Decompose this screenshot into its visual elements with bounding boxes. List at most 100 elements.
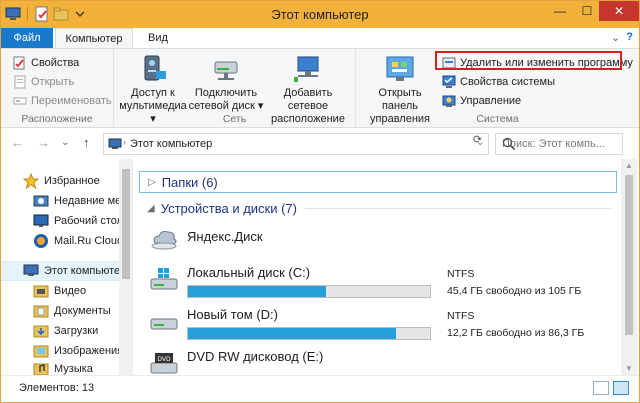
manage-icon bbox=[442, 94, 456, 108]
dvd-drive-icon: DVD bbox=[149, 351, 179, 375]
nav-item-music[interactable]: Музыка bbox=[33, 359, 93, 375]
system-properties-icon bbox=[442, 75, 456, 89]
recent-locations-button[interactable]: ⌄ bbox=[61, 137, 69, 148]
drive-item-e[interactable]: DVD DVD RW дисковод (E:) bbox=[149, 349, 609, 375]
address-path[interactable]: Этот компьютер bbox=[130, 138, 212, 150]
manage-label: Управление bbox=[460, 95, 522, 107]
nav-item-documents[interactable]: Документы bbox=[33, 301, 111, 321]
drive-name: Новый том (D:) bbox=[187, 307, 278, 322]
nav-label: Видео bbox=[54, 285, 87, 297]
nav-item-mailru-cloud[interactable]: Mail.Ru Cloud bbox=[33, 231, 123, 251]
drive-name: DVD RW дисковод (E:) bbox=[187, 349, 324, 364]
search-placeholder: Поиск: Этот компь... bbox=[502, 138, 605, 150]
svg-text:DVD: DVD bbox=[157, 356, 171, 363]
nav-label: Документы bbox=[54, 305, 111, 317]
drive-name: Яндекс.Диск bbox=[187, 229, 263, 244]
nav-item-desktop[interactable]: Рабочий стол bbox=[33, 211, 123, 231]
drive-item-yandex[interactable]: Яндекс.Диск bbox=[149, 223, 609, 263]
map-network-drive-button[interactable]: Подключить сетевой диск ▾ bbox=[188, 53, 264, 113]
item-count: Элементов: 13 bbox=[19, 382, 95, 394]
chevron-right-icon: › bbox=[123, 137, 126, 147]
drive-filesystem: NTFS bbox=[447, 268, 475, 280]
open-button[interactable]: Открыть bbox=[13, 73, 74, 91]
large-icons-view-button[interactable] bbox=[613, 381, 629, 395]
manage-button[interactable]: Управление bbox=[442, 92, 521, 110]
media-access-label-1: Доступ к bbox=[131, 87, 175, 99]
yandex-disk-icon bbox=[149, 225, 179, 253]
drive-free-space: 45,4 ГБ свободно из 105 ГБ bbox=[447, 285, 582, 297]
back-button[interactable]: ← bbox=[11, 135, 24, 150]
rename-icon bbox=[13, 94, 27, 108]
address-box[interactable]: › Этот компьютер ⌄ bbox=[103, 133, 489, 155]
drive-item-c[interactable]: Локальный диск (C:) NTFS 45,4 ГБ свободн… bbox=[149, 265, 609, 305]
properties-icon bbox=[13, 56, 27, 70]
scroll-down-arrow-icon[interactable]: ▼ bbox=[625, 364, 633, 373]
close-button[interactable]: ✕ bbox=[599, 1, 639, 21]
documents-folder-icon bbox=[33, 303, 49, 319]
video-folder-icon bbox=[33, 283, 49, 299]
rename-button[interactable]: Переименовать bbox=[13, 92, 112, 110]
status-bar: Элементов: 13 bbox=[1, 375, 639, 402]
network-location-icon bbox=[292, 53, 324, 85]
nav-item-favorites[interactable]: Избранное bbox=[22, 171, 100, 191]
refresh-button[interactable]: ⟳ bbox=[473, 133, 482, 146]
drive-usage-bar bbox=[187, 327, 431, 340]
nav-scrollbar[interactable] bbox=[119, 159, 133, 375]
ribbon-group-network: Доступ к мультимедиа ▾ Подключить сетево… bbox=[114, 49, 356, 128]
nav-label: Этот компьютер bbox=[44, 265, 127, 277]
nav-item-downloads[interactable]: Загрузки bbox=[33, 321, 98, 341]
nav-label: Недавние мес bbox=[54, 195, 127, 207]
scroll-up-arrow-icon[interactable]: ▲ bbox=[625, 161, 633, 170]
search-input[interactable]: Поиск: Этот компь... bbox=[495, 133, 623, 155]
up-button[interactable]: ↑ bbox=[83, 135, 90, 150]
tab-computer[interactable]: Компьютер bbox=[55, 28, 133, 48]
computer-icon bbox=[23, 263, 39, 279]
tab-view[interactable]: Вид bbox=[138, 28, 178, 48]
tab-file[interactable]: Файл bbox=[1, 28, 53, 48]
drive-item-d[interactable]: Новый том (D:) NTFS 12,2 ГБ свободно из … bbox=[149, 307, 609, 347]
details-view-button[interactable] bbox=[593, 381, 609, 395]
nav-item-this-pc[interactable]: Этот компьютер bbox=[1, 261, 126, 281]
nav-item-pictures[interactable]: Изображения bbox=[33, 341, 123, 361]
drive-name: Локальный диск (C:) bbox=[187, 265, 311, 280]
content-scrollbar-thumb[interactable] bbox=[625, 175, 633, 335]
downloads-folder-icon bbox=[33, 323, 49, 339]
nav-item-video[interactable]: Видео bbox=[33, 281, 86, 301]
nav-label: Рабочий стол bbox=[54, 215, 124, 227]
properties-button[interactable]: Свойства bbox=[13, 54, 79, 72]
star-icon bbox=[22, 172, 40, 190]
nav-label: Изображения bbox=[54, 345, 124, 357]
system-properties-label: Свойства системы bbox=[460, 76, 556, 88]
ribbon-group-label: Расположение bbox=[21, 113, 93, 125]
title-bar: Этот компьютер — ☐ ✕ bbox=[1, 1, 639, 28]
ribbon-group-label: Сеть bbox=[222, 113, 247, 125]
network-drive-icon bbox=[210, 53, 242, 85]
control-panel-label-1: Открыть панель bbox=[378, 87, 422, 112]
content-pane: ▷ Папки (6) ◢ Устройства и диски (7) Янд… bbox=[135, 159, 621, 375]
minimize-button[interactable]: — bbox=[547, 1, 573, 21]
nav-scrollbar-thumb[interactable] bbox=[122, 169, 130, 279]
ribbon-tabs: Файл Компьютер Вид ⌄ ? bbox=[1, 28, 639, 48]
mailru-cloud-icon bbox=[33, 233, 49, 249]
explorer-window: Этот компьютер — ☐ ✕ Файл Компьютер Вид … bbox=[0, 0, 640, 403]
folders-group-header[interactable]: ▷ Папки (6) bbox=[139, 171, 617, 193]
search-icon[interactable] bbox=[502, 137, 516, 151]
system-properties-button[interactable]: Свойства системы bbox=[442, 73, 555, 91]
maximize-button[interactable]: ☐ bbox=[574, 1, 600, 21]
control-panel-icon bbox=[384, 53, 416, 85]
content-scrollbar[interactable]: ▲ ▼ bbox=[621, 159, 637, 375]
drive-usage-fill bbox=[188, 286, 326, 297]
help-button[interactable]: ? bbox=[626, 31, 633, 44]
collapse-ribbon-button[interactable]: ⌄ bbox=[611, 31, 620, 44]
ribbon-group-location: Свойства Открыть Переименовать Расположе… bbox=[1, 49, 114, 128]
chevron-right-icon: ▷ bbox=[148, 176, 156, 188]
recent-places-icon bbox=[33, 193, 49, 209]
map-drive-label-1: Подключить bbox=[194, 87, 258, 99]
devices-group-header[interactable]: ◢ Устройства и диски (7) bbox=[139, 197, 617, 219]
ribbon-group-label: Система bbox=[476, 113, 519, 125]
nav-item-recent-places[interactable]: Недавние мес bbox=[33, 191, 127, 211]
drive-free-space: 12,2 ГБ свободно из 86,3 ГБ bbox=[447, 327, 585, 339]
nav-label: Загрузки bbox=[54, 325, 99, 337]
music-folder-icon bbox=[33, 361, 49, 375]
forward-button[interactable]: → bbox=[37, 135, 50, 150]
